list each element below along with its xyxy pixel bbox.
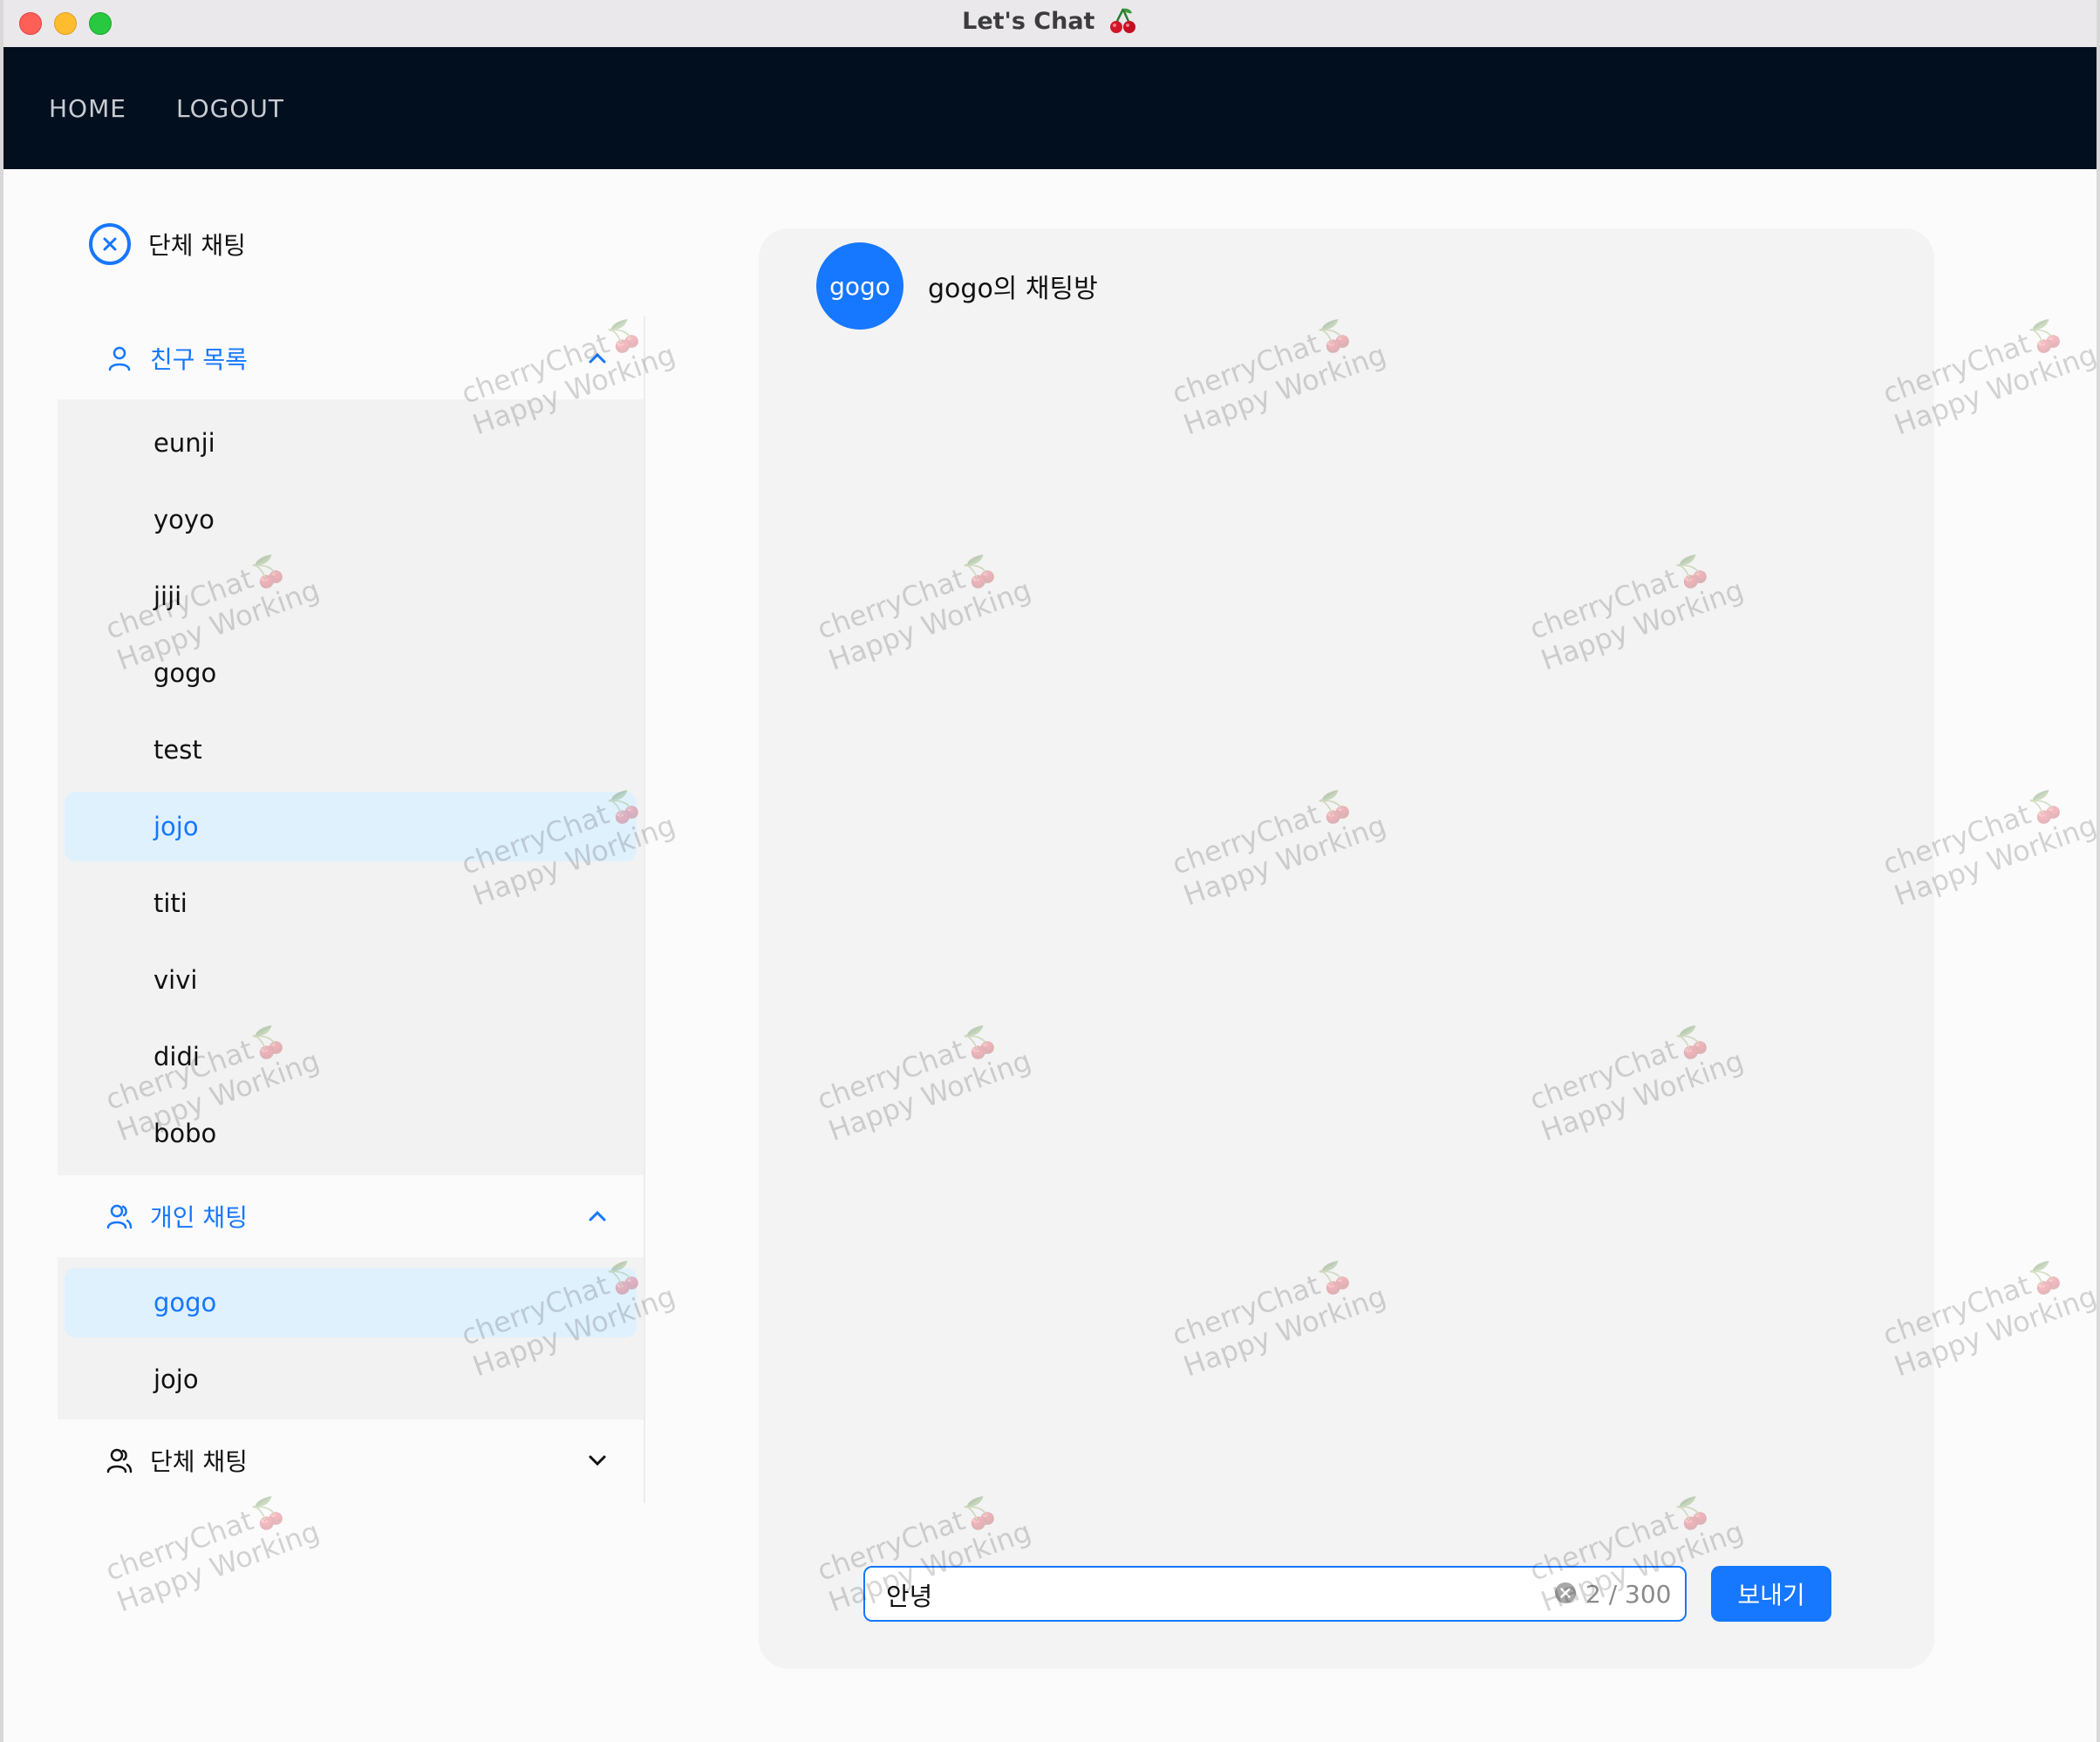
- users-icon: [106, 1448, 133, 1473]
- nav-home-link[interactable]: HOME: [49, 94, 126, 123]
- avatar: gogo: [816, 242, 903, 330]
- section-label-friends: 친구 목록: [150, 345, 248, 374]
- chevron-up-icon: [589, 352, 606, 364]
- friend-item-active[interactable]: jojo: [65, 792, 637, 861]
- private-chat-list: gogo jojo: [58, 1257, 644, 1419]
- user-icon: [108, 346, 131, 371]
- section-label-group-chats: 단체 채팅: [150, 1447, 248, 1476]
- nav-logout-link[interactable]: LOGOUT: [176, 94, 284, 123]
- cherry-icon: [1109, 8, 1135, 33]
- watermark-line2: Happy Working: [112, 1514, 324, 1619]
- users-icon: [106, 1204, 133, 1229]
- char-counter: 2 / 300: [1585, 1580, 1672, 1609]
- friend-item[interactable]: bobo: [65, 1099, 637, 1168]
- close-circle-icon: [89, 223, 131, 265]
- watermark-line1: cherryChat: [101, 1503, 258, 1588]
- friend-item[interactable]: jiji: [65, 561, 637, 631]
- friend-item[interactable]: eunji: [65, 408, 637, 478]
- app-window: Let's Chat HOME LOGOUT 단체 채팅 친구 목록 eunji…: [3, 0, 2097, 1742]
- section-header-group-chats[interactable]: 단체 채팅: [58, 1419, 644, 1501]
- chevron-down-icon: [589, 1455, 606, 1466]
- window-title-text: Let's Chat: [962, 8, 1095, 35]
- send-button[interactable]: 보내기: [1711, 1566, 1831, 1622]
- friend-item[interactable]: titi: [65, 868, 637, 938]
- friends-list: eunji yoyo jiji gogo test jojo titi vivi…: [58, 399, 644, 1175]
- chevron-up-icon: [589, 1210, 606, 1221]
- group-chat-toggle-label: 단체 채팅: [148, 231, 246, 260]
- chat-room-title: gogo의 채팅방: [928, 274, 1098, 304]
- sidebar-divider: [644, 316, 645, 1503]
- section-label-private-chats: 개인 채팅: [150, 1203, 248, 1232]
- section-header-private-chats[interactable]: 개인 채팅: [58, 1175, 644, 1257]
- window-title: Let's Chat: [3, 0, 2097, 47]
- friend-item[interactable]: yoyo: [65, 485, 637, 555]
- group-chat-toggle[interactable]: 단체 채팅: [89, 220, 246, 269]
- private-chat-item-active[interactable]: gogo: [65, 1268, 637, 1337]
- section-header-friends[interactable]: 친구 목록: [58, 317, 644, 399]
- friend-item[interactable]: gogo: [65, 638, 637, 708]
- title-bar: Let's Chat: [3, 0, 2097, 48]
- private-chat-item[interactable]: jojo: [65, 1344, 637, 1414]
- chat-panel: gogo gogo의 채팅방 2 / 300 보내기: [759, 228, 1934, 1669]
- friend-item[interactable]: test: [65, 715, 637, 785]
- message-input[interactable]: [884, 1568, 1498, 1622]
- friend-item[interactable]: vivi: [65, 945, 637, 1015]
- message-input-wrapper[interactable]: 2 / 300: [863, 1566, 1687, 1622]
- top-navbar: HOME LOGOUT: [3, 47, 2097, 169]
- clear-input-icon[interactable]: [1554, 1582, 1577, 1604]
- friend-item[interactable]: didi: [65, 1022, 637, 1092]
- watermark: cherryChat🍒Happy Working: [101, 1491, 324, 1619]
